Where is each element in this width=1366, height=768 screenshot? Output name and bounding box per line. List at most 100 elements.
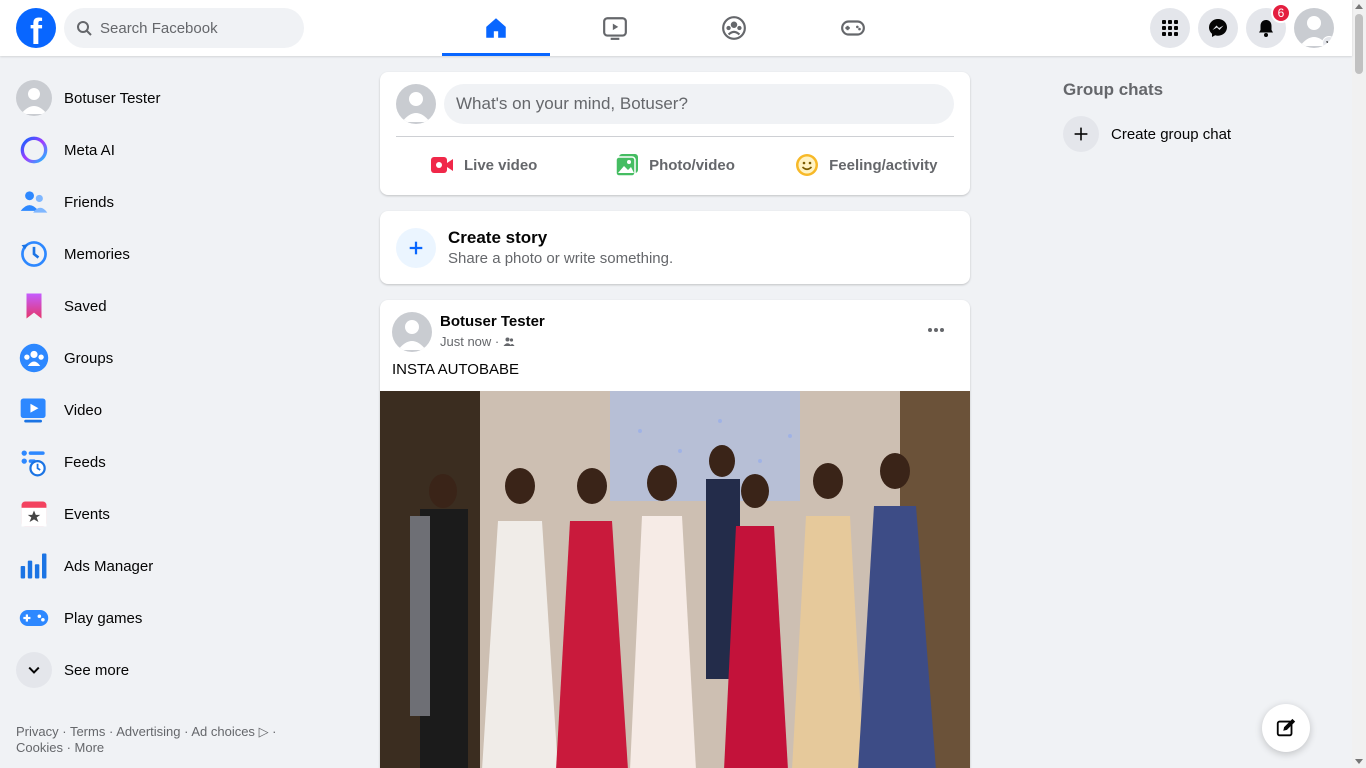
tab-home[interactable]: [442, 0, 550, 56]
grid-menu-icon: [1162, 20, 1178, 36]
sidebar-item-events[interactable]: Events: [8, 488, 348, 540]
sidebar-item-saved[interactable]: Saved: [8, 280, 348, 332]
messenger-button[interactable]: [1198, 8, 1238, 48]
feeds-icon: [21, 450, 46, 477]
post-timestamp[interactable]: Just now ·: [440, 334, 499, 349]
play-games-icon: [19, 610, 49, 626]
composer-actions: Live video Photo/video Feeling/activity: [388, 144, 962, 186]
notification-badge: 6: [1271, 3, 1291, 23]
groups-icon: [19, 343, 49, 373]
tab-groups[interactable]: [680, 0, 788, 56]
composer-avatar[interactable]: [396, 84, 436, 124]
create-group-chat-button[interactable]: Create group chat: [1055, 108, 1335, 160]
saved-icon: [26, 293, 42, 319]
post-author-name[interactable]: Botuser Tester: [440, 313, 545, 330]
friends-icon: [20, 191, 48, 213]
sidebar-item-meta-ai[interactable]: Meta AI: [8, 124, 348, 176]
sidebar-item-label: See more: [64, 661, 130, 679]
sidebar-item-label: Video: [64, 401, 103, 419]
feeling-activity-button[interactable]: Feeling/activity: [771, 144, 962, 186]
live-video-button[interactable]: Live video: [388, 144, 579, 186]
post-photo[interactable]: [380, 391, 970, 768]
main-nav: [442, 0, 918, 56]
feeling-activity-label: Feeling/activity: [829, 156, 938, 174]
page-scrollbar[interactable]: [1352, 0, 1366, 768]
sidebar-item-video[interactable]: Video: [8, 384, 348, 436]
profile-avatar: [16, 80, 52, 116]
sidebar-item-memories[interactable]: Memories: [8, 228, 348, 280]
compose-icon: [1276, 718, 1296, 737]
sidebar-item-play-games[interactable]: Play games: [8, 592, 348, 644]
photo-video-label: Photo/video: [649, 156, 735, 174]
post-composer: What's on your mind, Botuser? Live video…: [380, 72, 970, 195]
photo-icon: [615, 154, 639, 177]
live-video-label: Live video: [463, 156, 538, 174]
account-avatar[interactable]: [1294, 8, 1334, 48]
search-box[interactable]: [64, 8, 304, 48]
friends-audience-icon: [503, 337, 515, 346]
sidebar-item-label: Memories: [64, 245, 130, 263]
sidebar-item-label: Groups: [64, 349, 114, 367]
new-message-button[interactable]: [1262, 704, 1310, 752]
menu-button[interactable]: [1150, 8, 1190, 48]
default-avatar-icon: [402, 92, 430, 122]
messenger-icon: [1209, 19, 1227, 37]
sidebar-item-label: Meta AI: [64, 141, 115, 159]
cookies-link[interactable]: Cookies: [16, 740, 63, 755]
smiley-icon: [796, 154, 819, 176]
meta-ai-icon: [20, 136, 48, 164]
facebook-logo[interactable]: f: [16, 8, 56, 52]
sidebar-item-friends[interactable]: Friends: [8, 176, 348, 228]
terms-link[interactable]: Terms: [70, 724, 105, 739]
post-author-avatar[interactable]: [392, 312, 432, 352]
sidebar-item-feeds[interactable]: Feeds: [8, 436, 348, 488]
sidebar-item-ads-manager[interactable]: Ads Manager: [8, 540, 348, 592]
sidebar-item-profile[interactable]: Botuser Tester: [8, 72, 348, 124]
ad-choices-link[interactable]: Ad choices: [191, 724, 255, 739]
ad-choices-icon: ▷: [258, 724, 269, 739]
sidebar-item-label: Saved: [64, 297, 107, 315]
live-video-icon: [430, 157, 453, 173]
memories-icon: [21, 241, 47, 267]
footer-links: Privacy · Terms · Advertising · Ad choic…: [16, 724, 277, 755]
account-controls: 6: [1142, 3, 1334, 48]
left-sidebar: Botuser Tester Meta AI Friends Memories …: [8, 72, 348, 696]
create-story-card[interactable]: Create story Share a photo or write some…: [380, 211, 970, 284]
sidebar-item-label: Play games: [64, 609, 143, 627]
advertising-link[interactable]: Advertising: [116, 724, 180, 739]
scroll-down-arrow[interactable]: [1355, 759, 1363, 764]
post-options-button[interactable]: [918, 312, 954, 348]
notifications-button[interactable]: 6: [1246, 3, 1291, 48]
default-avatar-icon: [398, 320, 426, 350]
bell-icon: [1259, 20, 1273, 37]
create-story-title: Create story: [448, 228, 548, 247]
ads-manager-icon: [20, 553, 47, 579]
right-rail: Group chats Create group chat: [1055, 72, 1335, 160]
plus-icon: [396, 228, 436, 268]
sidebar-item-label: Ads Manager: [64, 557, 154, 575]
tab-video[interactable]: [561, 0, 669, 56]
sidebar-item-see-more[interactable]: See more: [8, 644, 348, 696]
create-group-chat-label: Create group chat: [1111, 125, 1232, 143]
photo-video-button[interactable]: Photo/video: [579, 144, 770, 186]
search-input[interactable]: [100, 19, 290, 37]
chevron-down-icon: [28, 666, 40, 674]
plus-icon: [1063, 116, 1099, 152]
gaming-icon: [841, 20, 865, 36]
top-bar: f 6: [0, 0, 1352, 56]
scroll-up-arrow[interactable]: [1355, 4, 1363, 9]
sidebar-item-label: Friends: [64, 193, 115, 211]
more-link[interactable]: More: [75, 740, 105, 755]
post-text: INSTA AUTOBABE: [392, 361, 519, 378]
whats-on-your-mind-input[interactable]: What's on your mind, Botuser?: [444, 84, 954, 124]
more-horizontal-icon: [928, 328, 944, 332]
tab-gaming[interactable]: [799, 0, 907, 56]
post-meta: Just now ·: [440, 334, 515, 349]
sidebar-item-label: Botuser Tester: [64, 89, 161, 107]
scroll-thumb[interactable]: [1355, 14, 1363, 74]
sidebar-item-groups[interactable]: Groups: [8, 332, 348, 384]
privacy-link[interactable]: Privacy: [16, 724, 59, 739]
create-story-subtitle: Share a photo or write something.: [448, 250, 674, 267]
chevron-down-icon: [1322, 36, 1334, 48]
home-icon: [486, 18, 506, 38]
